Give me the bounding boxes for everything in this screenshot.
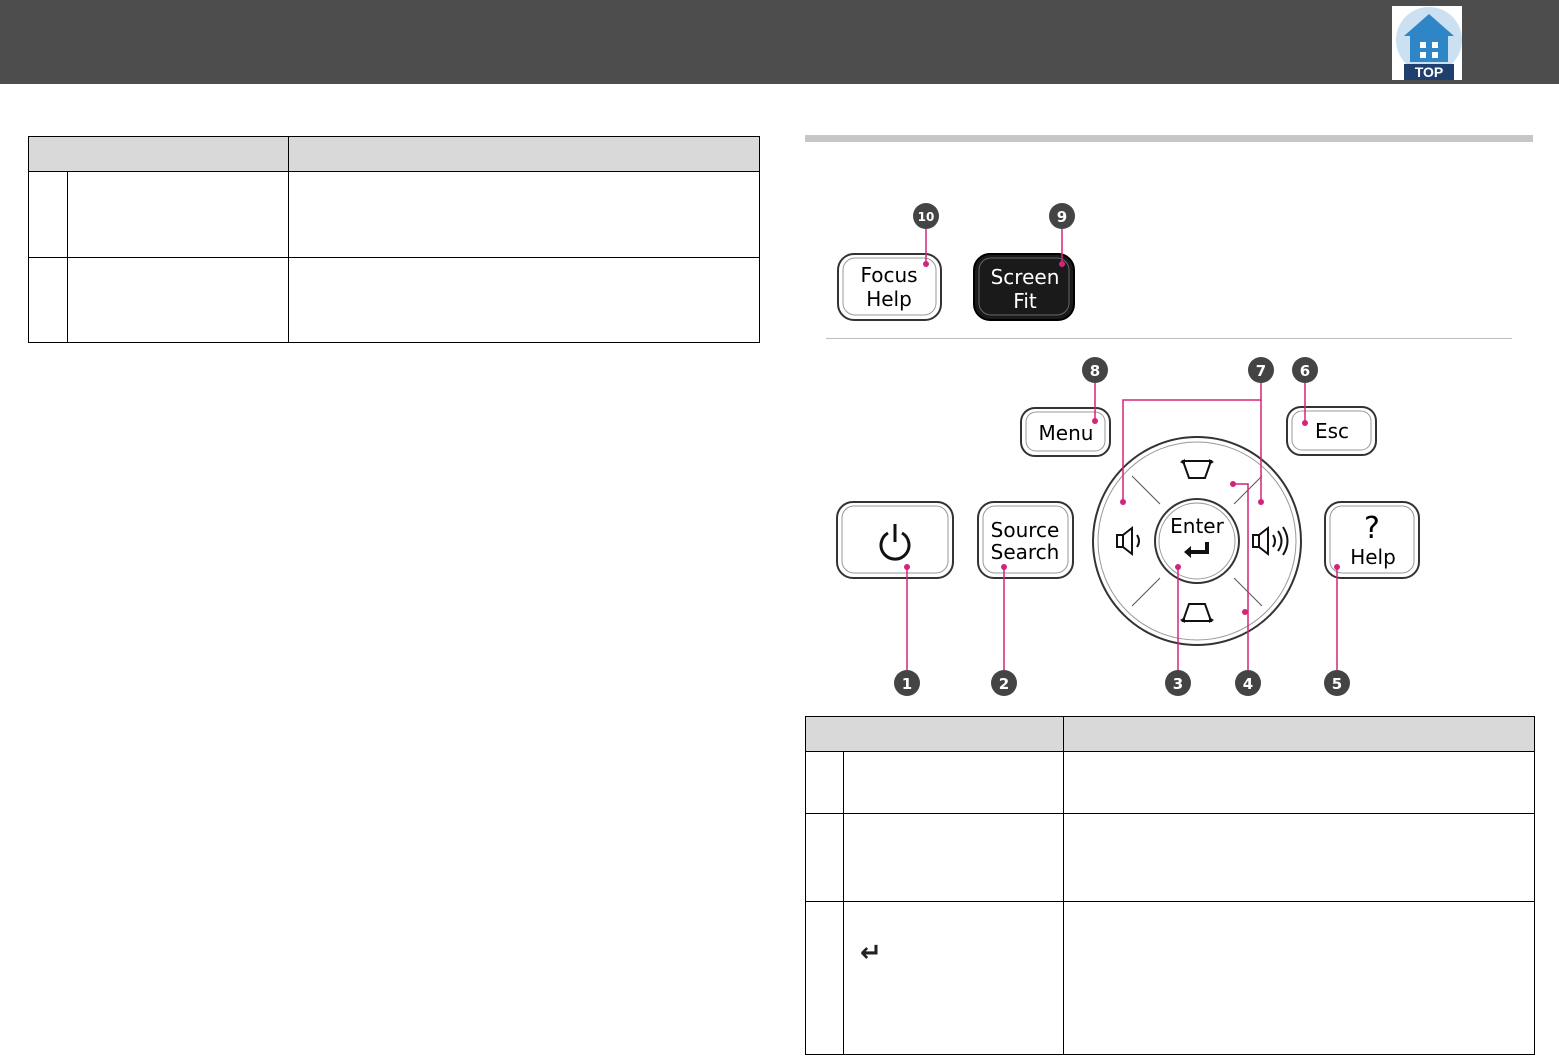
svg-text:2: 2 <box>999 675 1009 693</box>
callout-2: 2 <box>991 670 1017 696</box>
question-icon: ? <box>1364 511 1380 546</box>
callout-4: 4 <box>1235 670 1261 696</box>
enter-symbol-icon: ↵ <box>860 938 882 968</box>
callout-8: 8 <box>1082 357 1108 383</box>
source-search-button[interactable]: Source Search <box>977 501 1074 579</box>
svg-text:Focus: Focus <box>860 263 917 287</box>
callout-5: 5 <box>1324 670 1350 696</box>
svg-text:Esc: Esc <box>1315 419 1349 443</box>
callout-3: 3 <box>1165 670 1191 696</box>
esc-button[interactable]: Esc <box>1286 406 1377 456</box>
callout-6: 6 <box>1292 357 1318 383</box>
enter-button[interactable]: Enter <box>1154 498 1240 584</box>
svg-text:Source: Source <box>991 518 1060 542</box>
table-row <box>805 751 1535 814</box>
svg-text:Enter: Enter <box>1170 514 1224 538</box>
power-button[interactable] <box>836 501 954 579</box>
svg-text:Help: Help <box>866 287 912 311</box>
svg-text:10: 10 <box>918 210 935 224</box>
callout-9: 9 <box>1049 203 1075 229</box>
svg-text:3: 3 <box>1173 675 1183 693</box>
svg-text:9: 9 <box>1057 208 1067 226</box>
screen-fit-button[interactable]: Screen Fit <box>973 253 1075 321</box>
callout-1: 1 <box>894 670 920 696</box>
svg-text:1: 1 <box>902 675 912 693</box>
svg-text:5: 5 <box>1332 675 1342 693</box>
callout-10: 10 <box>913 203 939 229</box>
menu-button[interactable]: Menu <box>1020 407 1111 457</box>
svg-text:Fit: Fit <box>1013 289 1037 313</box>
table-row <box>805 813 1535 902</box>
svg-text:Screen: Screen <box>991 265 1060 289</box>
callout-7: 7 <box>1248 357 1274 383</box>
svg-text:Search: Search <box>991 540 1060 564</box>
direction-pad[interactable]: Enter <box>1092 436 1302 646</box>
svg-text:Menu: Menu <box>1039 421 1094 445</box>
svg-text:4: 4 <box>1243 675 1253 693</box>
svg-text:6: 6 <box>1300 362 1310 380</box>
svg-text:7: 7 <box>1256 362 1266 380</box>
right-table <box>805 716 1535 1055</box>
table-row <box>805 901 1535 1055</box>
svg-text:Help: Help <box>1350 545 1396 569</box>
table-header-row <box>805 716 1535 752</box>
svg-text:8: 8 <box>1090 362 1100 380</box>
